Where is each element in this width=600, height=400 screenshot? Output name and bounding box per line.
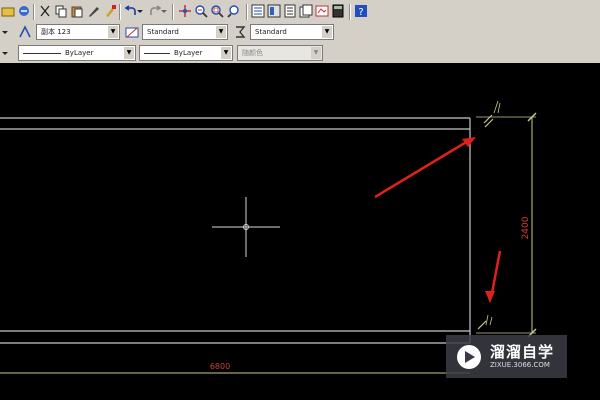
linetype-value: ByLayer — [65, 49, 94, 57]
dim-style-icon[interactable] — [124, 24, 140, 40]
chevron-down-icon: ▼ — [124, 47, 134, 59]
calculator-icon[interactable] — [330, 3, 346, 19]
text-style-icon[interactable] — [17, 24, 33, 40]
svg-text:?: ? — [358, 7, 363, 18]
sheet-set-icon[interactable] — [298, 3, 314, 19]
help-icon[interactable]: ? — [353, 3, 369, 19]
text-style-select[interactable]: 副本 123 ▼ — [36, 24, 120, 40]
dimension-tick — [477, 320, 487, 330]
watermark-url: ZIXUE.3066.COM — [490, 360, 550, 369]
dim-style-value: Standard — [147, 28, 179, 36]
plotstyle-select[interactable]: 随颜色 ▼ — [237, 45, 323, 61]
watermark: 溜溜自学 ZIXUE.3066.COM — [446, 335, 567, 378]
text-style-value: 副本 123 — [41, 28, 71, 36]
dimension-text-horizontal: 6800 — [210, 362, 230, 371]
chevron-down-icon: ▼ — [311, 47, 321, 59]
chevron-down-icon: ▼ — [108, 26, 118, 38]
undo-dropdown-icon[interactable] — [136, 3, 144, 19]
match-icon[interactable] — [16, 3, 32, 19]
toolbar-area: ? 副本 123 ▼ Standard ▼ Standard ▼ ByLayer… — [0, 0, 600, 63]
watermark-title: 溜溜自学 — [490, 342, 555, 361]
dropdown-arrow-icon[interactable] — [0, 24, 10, 40]
markup-icon[interactable] — [314, 3, 330, 19]
zoom-previous-icon[interactable] — [226, 3, 242, 19]
chevron-down-icon: ▼ — [322, 26, 332, 38]
open-icon[interactable] — [0, 3, 16, 19]
table-style-icon[interactable] — [232, 24, 248, 40]
dropdown-arrow-icon[interactable] — [0, 45, 10, 61]
paste-icon[interactable] — [69, 3, 85, 19]
standard-toolbar: ? — [0, 2, 600, 22]
dim-style-select[interactable]: Standard ▼ — [142, 24, 228, 40]
copy-icon[interactable] — [53, 3, 69, 19]
table-style-select[interactable]: Standard ▼ — [250, 24, 334, 40]
match-properties-icon[interactable] — [102, 3, 118, 19]
chevron-down-icon: ▼ — [221, 47, 231, 59]
tool-palette-icon[interactable] — [282, 3, 298, 19]
brush-icon[interactable] — [86, 3, 102, 19]
pan-icon[interactable] — [177, 3, 193, 19]
dimension-tick — [485, 314, 493, 326]
lineweight-select[interactable]: ByLayer ▼ — [139, 45, 233, 61]
arrow-head-icon — [485, 291, 495, 303]
annotation-arrow — [374, 139, 469, 199]
zoom-window-icon[interactable] — [209, 3, 225, 19]
properties-icon[interactable] — [250, 3, 266, 19]
linetype-select[interactable]: ByLayer ▼ — [18, 45, 136, 61]
properties-toolbar: ByLayer ▼ ByLayer ▼ 随颜色 ▼ — [0, 44, 600, 64]
watermark-logo-icon — [457, 344, 481, 369]
table-style-value: Standard — [255, 28, 287, 36]
redo-dropdown-icon[interactable] — [160, 3, 168, 19]
annotation-arrow — [490, 250, 502, 294]
styles-toolbar: 副本 123 ▼ Standard ▼ Standard ▼ — [0, 23, 600, 43]
lineweight-value: ByLayer — [174, 49, 203, 57]
zoom-realtime-icon[interactable] — [193, 3, 209, 19]
dimension-tick — [493, 100, 501, 114]
design-center-icon[interactable] — [266, 3, 282, 19]
plotstyle-value: 随颜色 — [242, 49, 263, 57]
dimension-text-vertical: 2400 — [521, 216, 531, 239]
chevron-down-icon: ▼ — [216, 26, 226, 38]
cut-icon[interactable] — [37, 3, 53, 19]
